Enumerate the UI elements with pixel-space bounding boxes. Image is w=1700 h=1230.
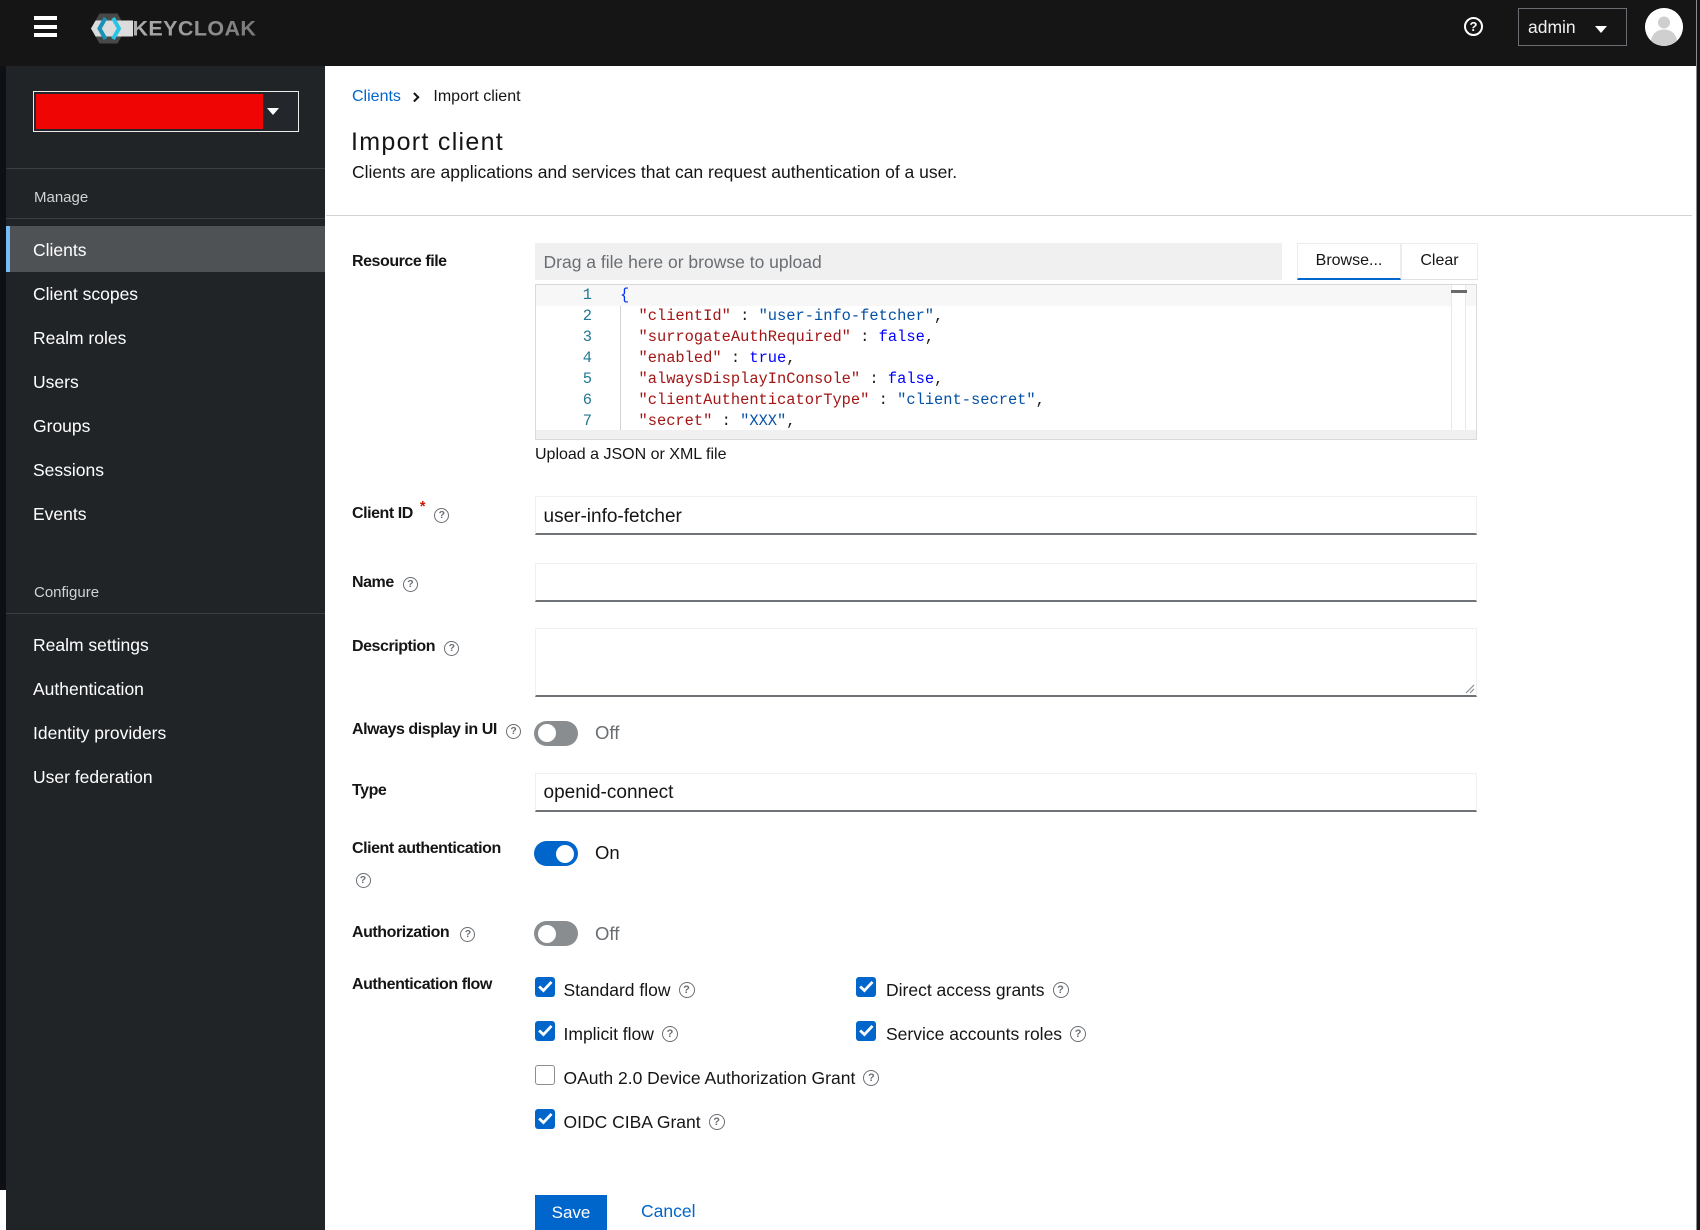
svg-text:KEYCLOAK: KEYCLOAK — [133, 17, 257, 41]
